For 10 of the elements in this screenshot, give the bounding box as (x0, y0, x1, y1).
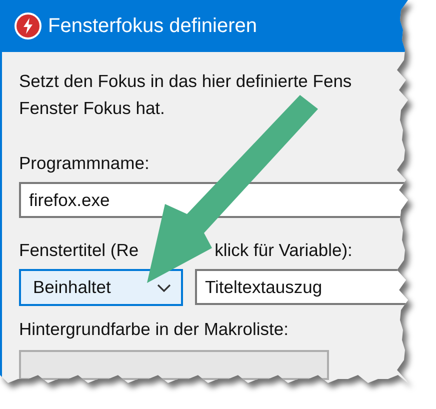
field-label: Fenstertitel (Re (19, 240, 139, 261)
description-text: Setzt den Fokus in das hier definierte Fens Fenster Fokus hat. (19, 70, 353, 120)
field-label: klick für Variable): (214, 240, 352, 261)
window-title: Fensterfokus definieren (48, 14, 258, 38)
color-field[interactable] (19, 350, 329, 380)
lightning-icon (14, 12, 42, 40)
field-label: Hintergrundfarbe in der Makroliste: (19, 319, 288, 340)
field-label: Programmname: (19, 153, 150, 174)
chevron-down-icon (157, 284, 171, 292)
match-mode-dropdown[interactable]: Beinhaltet (19, 269, 183, 306)
